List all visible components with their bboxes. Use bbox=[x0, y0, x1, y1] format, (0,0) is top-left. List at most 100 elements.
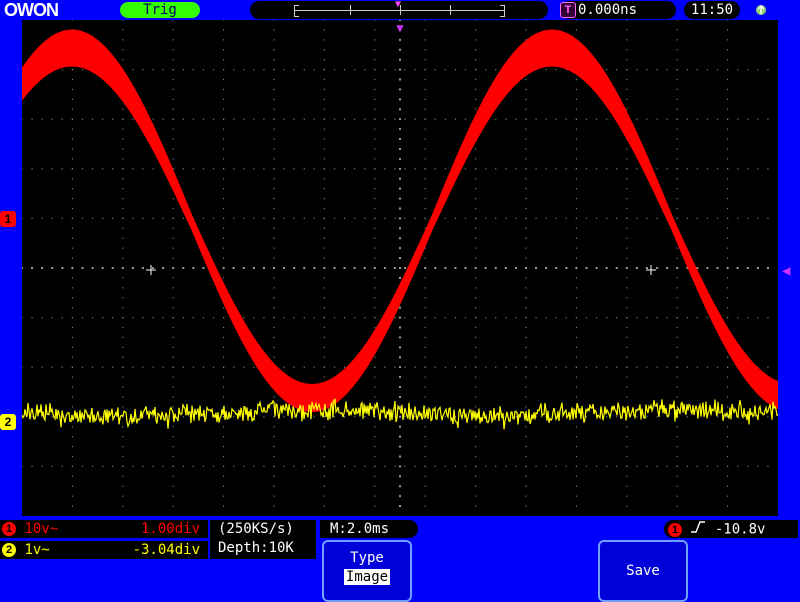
grid-dot bbox=[202, 168, 205, 170]
grid-dot bbox=[273, 237, 275, 239]
grid-dot bbox=[727, 366, 729, 368]
channel-2-marker[interactable]: 2 bbox=[0, 414, 16, 430]
grid-dot bbox=[152, 366, 154, 368]
grid-dot bbox=[676, 376, 678, 378]
grid-dot bbox=[122, 138, 124, 140]
grid-dot bbox=[81, 217, 84, 219]
grid-dot bbox=[303, 217, 305, 219]
grid-dot bbox=[121, 267, 124, 269]
grid-dot bbox=[122, 376, 124, 378]
grid-dot bbox=[414, 317, 416, 319]
grid-dot bbox=[223, 317, 225, 319]
grid-dot bbox=[505, 168, 507, 170]
grid-dot bbox=[243, 118, 245, 120]
grid-dot bbox=[399, 495, 401, 498]
grid-dot bbox=[172, 217, 174, 219]
trigger-position-icon: T bbox=[560, 2, 576, 18]
grid-dot bbox=[424, 188, 426, 190]
grid-dot bbox=[61, 69, 63, 71]
grid-dot bbox=[192, 69, 194, 71]
grid-dot bbox=[706, 465, 709, 467]
grid-dot bbox=[646, 317, 648, 319]
grid-dot bbox=[475, 168, 477, 170]
grid-dot bbox=[676, 485, 678, 487]
grid-dot bbox=[71, 317, 73, 319]
grid-dot bbox=[404, 317, 406, 319]
grid-dot bbox=[399, 395, 401, 398]
grid-dot bbox=[122, 207, 124, 210]
grid-dot bbox=[626, 297, 628, 299]
trigger-info[interactable]: 1 -10.8v bbox=[664, 520, 798, 538]
grid-dot bbox=[656, 217, 658, 219]
channel-1-marker[interactable]: 1 bbox=[0, 211, 16, 227]
type-menu-button[interactable]: Type Image bbox=[322, 540, 412, 602]
grid-dot bbox=[71, 237, 73, 239]
grid-dot bbox=[374, 158, 376, 160]
grid-dot bbox=[475, 336, 477, 339]
grid-dot bbox=[323, 257, 325, 259]
grid-dot bbox=[475, 475, 477, 477]
grid-dot bbox=[475, 406, 477, 408]
grid-dot bbox=[243, 317, 245, 319]
grid-dot bbox=[555, 465, 557, 467]
timebase[interactable]: M:2.0ms bbox=[320, 520, 418, 538]
grid-dot bbox=[223, 426, 225, 428]
channel-1-info[interactable]: 1 10v~ 1.00div bbox=[0, 520, 208, 538]
channel-2-info[interactable]: 2 1v~ -3.04div bbox=[0, 541, 208, 559]
grid-dot bbox=[676, 445, 678, 448]
grid-dot bbox=[363, 267, 366, 269]
grid-dot bbox=[374, 197, 376, 200]
grid-dot bbox=[223, 475, 225, 477]
trigger-level-marker[interactable]: ◀ bbox=[782, 263, 790, 279]
save-button[interactable]: Save bbox=[598, 540, 688, 602]
grid-dot bbox=[242, 267, 245, 269]
grid-dot bbox=[424, 59, 426, 61]
grid-dot bbox=[374, 217, 376, 219]
grid-dot bbox=[686, 168, 688, 170]
grid-dot bbox=[333, 317, 336, 319]
grid-dot bbox=[767, 465, 769, 467]
grid-dot bbox=[606, 168, 608, 170]
grid-dot bbox=[525, 188, 527, 190]
grid-dot bbox=[585, 465, 588, 467]
grid-dot bbox=[273, 207, 275, 210]
grid-dot bbox=[676, 297, 678, 299]
grid-dot bbox=[535, 217, 537, 219]
grid-dot bbox=[323, 98, 325, 100]
grid-dot bbox=[505, 465, 507, 467]
grid-dot bbox=[71, 376, 73, 378]
grid-dot bbox=[716, 217, 719, 219]
grid-dot bbox=[253, 168, 255, 170]
grid-dot bbox=[515, 366, 517, 368]
grid-dot bbox=[666, 317, 668, 319]
grid-dot bbox=[504, 267, 507, 269]
grid-dot bbox=[525, 505, 527, 507]
grid-dot bbox=[626, 455, 628, 458]
grid-dot bbox=[394, 465, 396, 467]
grid-dot bbox=[71, 128, 73, 130]
grid-dot bbox=[71, 158, 73, 160]
grid-dot bbox=[676, 188, 678, 190]
grid-dot bbox=[273, 396, 275, 398]
grid-dot bbox=[323, 287, 325, 289]
grid-dot bbox=[283, 267, 286, 269]
grid-dot bbox=[475, 455, 477, 458]
grid-dot bbox=[91, 317, 94, 319]
grid-dot bbox=[172, 88, 174, 91]
grid-dot bbox=[374, 19, 376, 21]
grid-dot bbox=[454, 69, 457, 71]
grid-dot bbox=[656, 416, 658, 418]
grid-dot bbox=[676, 336, 678, 339]
grid-dot bbox=[575, 287, 577, 289]
grid-dot bbox=[606, 217, 608, 219]
grid-dot bbox=[424, 495, 426, 497]
grid-dot bbox=[71, 356, 73, 358]
grid-dot bbox=[696, 366, 698, 368]
grid-dot bbox=[122, 366, 124, 368]
grid-dot bbox=[727, 59, 729, 61]
grid-dot bbox=[399, 147, 401, 150]
grid-dot bbox=[464, 465, 467, 467]
grid-dot bbox=[626, 59, 628, 61]
grid-dot bbox=[737, 317, 739, 319]
grid-dot bbox=[545, 366, 547, 368]
